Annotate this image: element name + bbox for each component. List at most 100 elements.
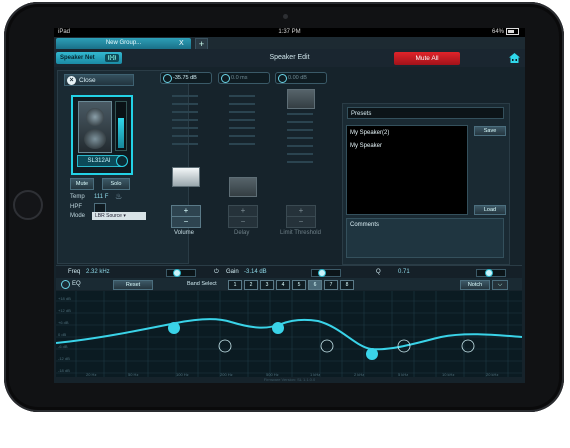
firmware-version: Firmware Version: SL 1.1.0.0 bbox=[263, 377, 316, 382]
volume-fader[interactable] bbox=[172, 89, 200, 197]
gain-slider-handle[interactable] bbox=[318, 269, 326, 277]
home-button[interactable] bbox=[13, 190, 43, 220]
comments-label: Comments bbox=[350, 222, 380, 228]
notch-filter-icon[interactable]: ⌵ bbox=[492, 280, 508, 290]
limit-fader[interactable] bbox=[287, 89, 315, 197]
band-button-6[interactable]: 6 bbox=[308, 280, 322, 290]
volume-minus-button[interactable]: − bbox=[171, 216, 201, 228]
speaker-net-button[interactable]: Speaker Net ((•)) bbox=[56, 52, 122, 64]
tablet-frame: iPad 1:37 PM 64% New Group... X + Speake… bbox=[4, 2, 564, 412]
fader-tick bbox=[287, 145, 313, 147]
band-button-3[interactable]: 3 bbox=[260, 280, 274, 290]
gain-power-icon[interactable]: ⏻ bbox=[214, 266, 219, 278]
save-button[interactable]: Save bbox=[474, 126, 506, 136]
load-button[interactable]: Load bbox=[474, 205, 506, 215]
power-icon[interactable] bbox=[163, 74, 172, 83]
limit-fader-cap[interactable] bbox=[287, 89, 315, 109]
tab-label: New Group... bbox=[105, 40, 142, 46]
db-tick-label: -18 dB bbox=[58, 368, 70, 373]
band-button-2[interactable]: 2 bbox=[244, 280, 258, 290]
temp-value: 111 F bbox=[94, 194, 109, 200]
eq-curve-canvas[interactable]: +18 dB +12 dB +6 dB 0 dB -6 dB -12 dB -1… bbox=[55, 291, 523, 377]
band-button-1[interactable]: 1 bbox=[228, 280, 242, 290]
battery-label: 64% bbox=[491, 29, 504, 36]
gain-slider[interactable] bbox=[311, 269, 341, 277]
mute-button[interactable]: Mute bbox=[70, 178, 94, 190]
band-button-7[interactable]: 7 bbox=[324, 280, 338, 290]
speaker-name: SL312AI bbox=[77, 155, 121, 167]
list-item[interactable]: My Speaker(2) bbox=[350, 130, 389, 136]
fader-tick bbox=[229, 103, 255, 105]
fader-tick bbox=[287, 137, 313, 139]
freq-slider-handle[interactable] bbox=[173, 269, 181, 277]
reset-button[interactable]: Reset bbox=[113, 280, 153, 290]
mode-label: Mode bbox=[70, 213, 86, 219]
fader-tick bbox=[287, 113, 313, 115]
q-value: 0.71 bbox=[398, 269, 410, 275]
fader-tick bbox=[287, 129, 313, 131]
freq-slider[interactable] bbox=[166, 269, 196, 277]
close-button[interactable]: × Close bbox=[64, 74, 134, 86]
freq-value: 2.32 kHz bbox=[86, 269, 110, 275]
comments-box[interactable]: Comments bbox=[346, 218, 504, 258]
freq-label: Freq bbox=[68, 269, 81, 275]
mode-dropdown[interactable]: LBR Source ▾ bbox=[92, 212, 146, 220]
band-button-8[interactable]: 8 bbox=[340, 280, 354, 290]
notch-button[interactable]: Notch bbox=[460, 280, 490, 290]
fader-tick bbox=[229, 135, 255, 137]
volume-label: Volume bbox=[174, 230, 195, 236]
eq-band-handle[interactable] bbox=[320, 339, 334, 353]
speaker-icon bbox=[78, 101, 112, 153]
power-icon[interactable] bbox=[278, 74, 287, 83]
tab-new-group[interactable]: New Group... bbox=[56, 38, 191, 49]
solo-button[interactable]: Solo bbox=[102, 178, 130, 190]
band-select-label: Band Select bbox=[187, 281, 217, 287]
presets-list[interactable]: My Speaker(2) My Speaker bbox=[346, 125, 468, 215]
q-slider-handle[interactable] bbox=[485, 269, 493, 277]
level-meter bbox=[115, 101, 127, 151]
eq-band-handle[interactable] bbox=[218, 339, 232, 353]
volume-fader-cap[interactable] bbox=[172, 167, 200, 187]
eq-band-handle[interactable] bbox=[168, 322, 180, 334]
db-tick-label: 0 dB bbox=[58, 332, 67, 337]
volume-value-field[interactable]: -35.75 dB bbox=[160, 72, 212, 84]
eq-band-handle[interactable] bbox=[272, 322, 284, 334]
limit-value-field[interactable]: 0.00 dB bbox=[275, 72, 327, 84]
fader-tick bbox=[287, 153, 313, 155]
mute-all-button[interactable]: Mute All bbox=[394, 52, 460, 65]
document-tab-bar: New Group... X + bbox=[54, 37, 525, 50]
limit-minus-button[interactable]: − bbox=[286, 216, 316, 228]
speaker-edit-panel: × Close SL312AI Mute Solo Temp 111 F ♨ HP… bbox=[54, 67, 525, 383]
eq-label: EQ bbox=[72, 281, 81, 287]
fader-tick bbox=[172, 95, 198, 97]
eq-power-icon[interactable] bbox=[61, 280, 70, 289]
power-icon[interactable] bbox=[116, 155, 128, 167]
power-icon[interactable] bbox=[221, 74, 230, 83]
speaker-tile[interactable]: SL312AI bbox=[71, 95, 133, 175]
eq-parameter-row: Freq 2.32 kHz ⏻ Gain -3.14 dB Q 0.71 bbox=[56, 265, 522, 279]
delay-value-field[interactable]: 0.0 ms bbox=[218, 72, 270, 84]
fader-tick bbox=[229, 127, 255, 129]
fader-tick bbox=[172, 111, 198, 113]
tab-close-icon[interactable]: X bbox=[179, 38, 184, 49]
close-label: Close bbox=[79, 77, 96, 84]
battery-status: 64% bbox=[492, 28, 519, 37]
eq-band-handle[interactable] bbox=[366, 348, 378, 360]
app-screen: iPad 1:37 PM 64% New Group... X + Speake… bbox=[54, 28, 525, 383]
q-slider[interactable] bbox=[476, 269, 506, 277]
home-icon[interactable] bbox=[509, 53, 520, 63]
gain-value: -3.14 dB bbox=[244, 269, 267, 275]
band-button-5[interactable]: 5 bbox=[292, 280, 306, 290]
delay-fader-cap[interactable] bbox=[229, 177, 257, 197]
battery-icon bbox=[506, 28, 519, 35]
volume-value: -35.75 dB bbox=[173, 75, 197, 81]
top-toolbar: Speaker Edit Speaker Net ((•)) Mute All bbox=[54, 49, 525, 68]
delay-value: 0.0 ms bbox=[231, 75, 248, 81]
eq-graph[interactable]: +18 dB +12 dB +6 dB 0 dB -6 dB -12 dB -1… bbox=[55, 291, 523, 377]
list-item[interactable]: My Speaker bbox=[350, 143, 382, 149]
delay-label: Delay bbox=[234, 230, 250, 236]
status-bar: iPad 1:37 PM 64% bbox=[54, 28, 525, 37]
band-button-4[interactable]: 4 bbox=[276, 280, 290, 290]
delay-minus-button[interactable]: − bbox=[228, 216, 258, 228]
delay-fader[interactable] bbox=[229, 89, 257, 197]
